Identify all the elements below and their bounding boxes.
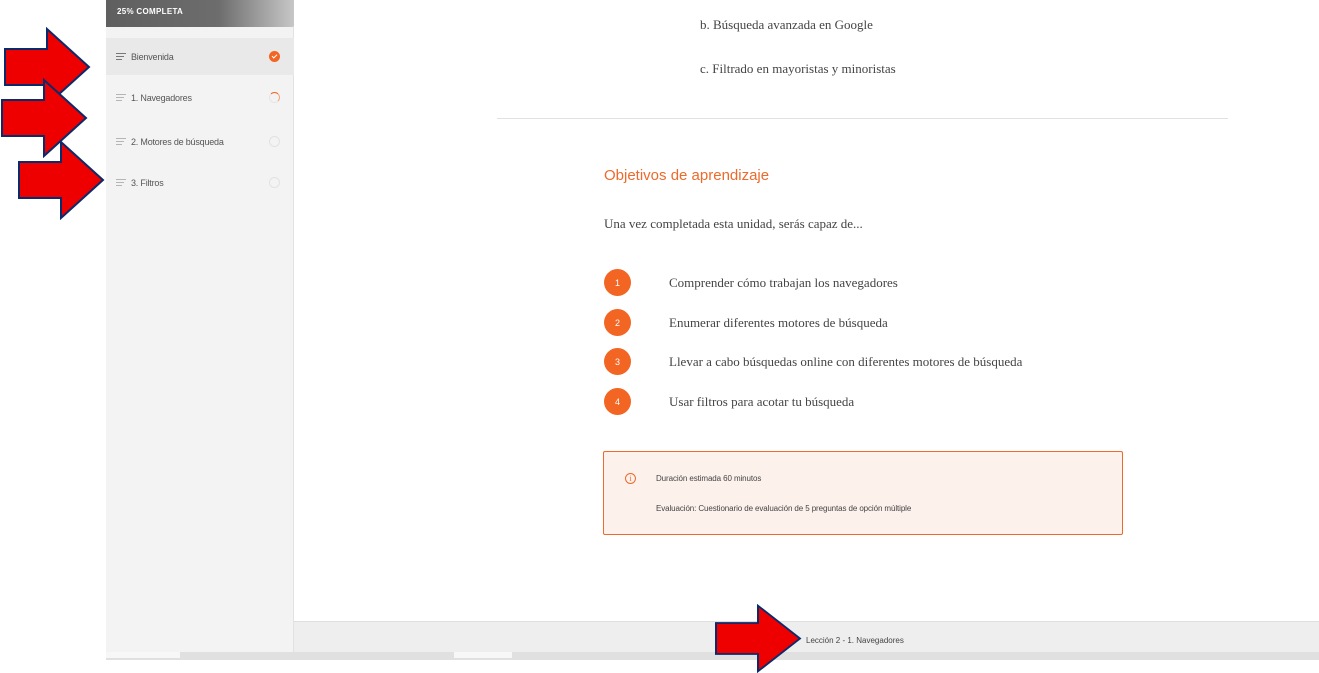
progress-ring-icon <box>269 92 280 103</box>
sidebar-item-label: 1. Navegadores <box>131 92 192 103</box>
lesson-list-icon <box>116 93 126 102</box>
objective-number-badge: 2 <box>604 309 631 336</box>
objective-text: Enumerar diferentes motores de búsqueda <box>669 315 888 330</box>
intro-text: Una vez completada esta unidad, serás ca… <box>604 216 863 231</box>
bottom-strip <box>106 652 1319 660</box>
sidebar-item-bienvenida[interactable]: Bienvenida <box>106 38 294 75</box>
sidebar-item-motores-de-busqueda[interactable]: 2. Motores de búsqueda <box>106 123 294 160</box>
red-arrow-icon <box>714 604 804 673</box>
lesson-list-icon <box>116 137 126 146</box>
lesson-list-icon <box>116 52 126 61</box>
info-callout: i Duración estimada 60 minutos Evaluació… <box>603 451 1123 535</box>
progress-label: 25% COMPLETA <box>117 7 184 16</box>
lesson-list-icon <box>116 178 126 187</box>
strip-segment <box>106 652 180 658</box>
empty-ring-icon <box>269 136 280 147</box>
section-divider <box>497 118 1228 119</box>
sidebar-item-filtros[interactable]: 3. Filtros <box>106 164 294 201</box>
list-item: c. Filtrado en mayoristas y minoristas <box>700 61 896 76</box>
sidebar-item-navegadores[interactable]: 1. Navegadores <box>106 79 294 116</box>
objective-number-badge: 3 <box>604 348 631 375</box>
completed-check-icon <box>269 51 280 62</box>
sidebar-item-label: Bienvenida <box>131 51 174 62</box>
lesson-sidebar: 25% COMPLETA Bienvenida 1. Navegadores 2… <box>106 0 294 660</box>
empty-ring-icon <box>269 177 280 188</box>
objective-text: Comprender cómo trabajan los navegadores <box>669 275 898 290</box>
red-arrow-icon <box>17 140 107 220</box>
objective-text: Llevar a cabo búsquedas online con difer… <box>669 354 1023 369</box>
objective-number-badge: 1 <box>604 269 631 296</box>
evaluation-text: Evaluación: Cuestionario de evaluación d… <box>656 504 912 513</box>
objective-number-badge: 4 <box>604 388 631 415</box>
section-title: Objetivos de aprendizaje <box>604 167 770 184</box>
sidebar-item-label: 2. Motores de búsqueda <box>131 136 224 147</box>
sidebar-item-label: 3. Filtros <box>131 177 164 188</box>
duration-text: Duración estimada 60 minutos <box>656 474 762 483</box>
objective-text: Usar filtros para acotar tu búsqueda <box>669 394 855 409</box>
next-lesson-label[interactable]: Lección 2 - 1. Navegadores <box>806 636 904 645</box>
strip-segment <box>454 652 512 658</box>
info-icon: i <box>625 473 636 484</box>
list-item: b. Búsqueda avanzada en Google <box>700 17 873 32</box>
course-progress-bar: 25% COMPLETA <box>106 0 294 27</box>
